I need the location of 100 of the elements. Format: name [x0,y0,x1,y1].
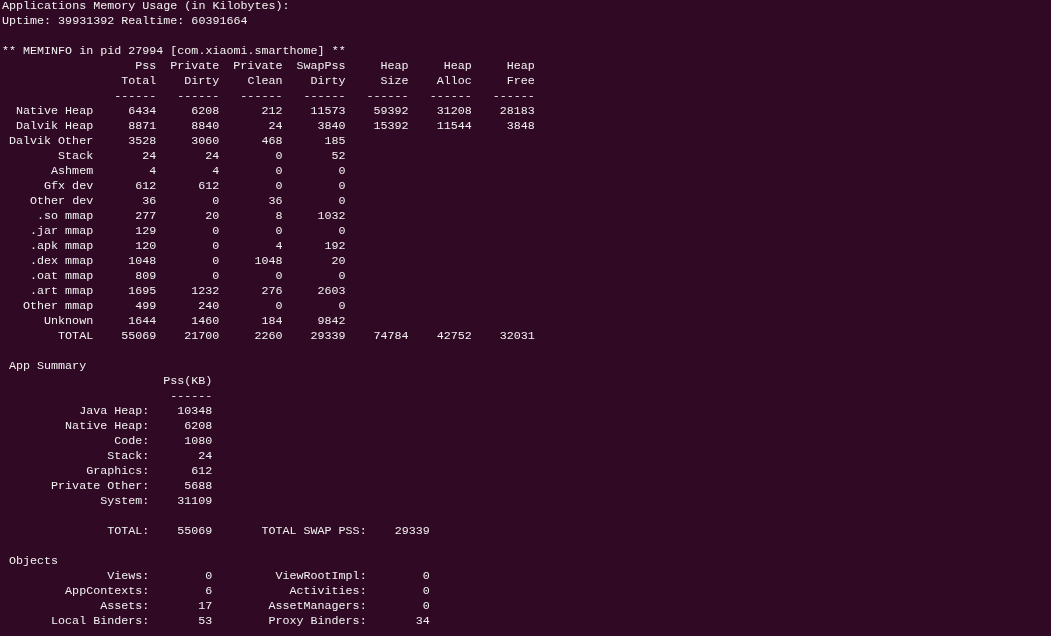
table-cell-text: 55069 [176,524,213,539]
table-cell-text: 11544 [435,119,472,134]
header-rule: ------ [428,89,472,104]
header-rule: ------ [491,89,535,104]
column-header: Private [232,59,283,74]
row-label: .apk mmap [29,239,94,254]
table-cell-text: 3528 [127,134,157,149]
table-cell-text: 2260 [253,329,283,344]
row-label: System: [99,494,150,509]
row-label: Code: [113,434,150,449]
row-label: Other mmap [22,299,94,314]
table-cell-text: 4 [148,164,157,179]
table-cell-text: 4 [211,164,220,179]
table-cell-text: 32031 [498,329,535,344]
table-cell-text: 0 [274,269,283,284]
table-cell-text: 11573 [309,104,346,119]
table-cell-text: 24 [197,449,213,464]
row-label: .so mmap [36,209,94,224]
row-label: Other dev [29,194,94,209]
column-header: Dirty [183,74,220,89]
row-label: Local Binders: [50,614,150,629]
table-cell-text: 809 [134,269,157,284]
row-label: Ashmem [50,164,94,179]
table-cell-text: 20 [330,254,346,269]
table-cell-text: 15392 [372,119,409,134]
table-cell-text: 612 [190,464,213,479]
column-header: Size [379,74,409,89]
table-cell-text: 0 [211,269,220,284]
table-cell-text: 120 [134,239,157,254]
table-cell-text: 1032 [316,209,346,224]
row-label: Views: [106,569,150,584]
header-rule: ------ [239,89,283,104]
table-cell-text: 129 [134,224,157,239]
table-cell-text: 1048 [127,254,157,269]
table-cell-text: 24 [204,149,220,164]
row-label: .oat mmap [29,269,94,284]
table-cell-text: 276 [260,284,283,299]
row-label: .art mmap [29,284,94,299]
row-label: Private Other: [50,479,150,494]
table-cell-text: 31109 [176,494,213,509]
header-rule: ------ [302,89,346,104]
table-cell-text: 29339 [393,524,430,539]
row-label: Proxy Binders: [267,614,367,629]
row-label: Java Heap: [78,404,150,419]
row-label: Stack [57,149,94,164]
column-header: Free [505,74,535,89]
table-cell-text: 0 [274,164,283,179]
table-cell-text: 0 [337,269,346,284]
table-cell-text: 0 [337,194,346,209]
row-label: AssetManagers: [267,599,367,614]
table-cell-text: 499 [134,299,157,314]
table-cell-text: 55069 [120,329,157,344]
table-cell-text: 8871 [127,119,157,134]
row-label: Dalvik Heap [15,119,94,134]
column-header: Heap [505,59,535,74]
table-cell-text: 3848 [505,119,535,134]
table-cell-text: 6208 [190,104,220,119]
row-label: Dalvik Other [8,134,94,149]
table-cell-text: 1080 [183,434,213,449]
table-cell-text: 1460 [190,314,220,329]
section-title: App Summary [9,359,87,373]
table-cell-text: 0 [274,149,283,164]
table-cell-text: 34 [414,614,430,629]
header-rule: ------ [176,89,220,104]
table-cell-text: 0 [421,599,430,614]
row-label: Native Heap: [64,419,150,434]
table-cell-text: 0 [274,299,283,314]
row-label: ViewRootImpl: [274,569,367,584]
table-cell-text: 6434 [127,104,157,119]
table-cell-text: 21700 [183,329,220,344]
table-cell-text: 0 [211,254,220,269]
table-cell-text: 6208 [183,419,213,434]
table-cell-text: 0 [337,164,346,179]
row-label: TOTAL SWAP PSS: [260,524,367,539]
column-header: Total [120,74,157,89]
row-label: Graphics: [85,464,150,479]
table-cell-text: 24 [141,149,157,164]
column-header: Pss(KB) [162,374,213,389]
column-header: Private [169,59,220,74]
table-cell-text: 192 [323,239,346,254]
table-cell-text: 9842 [316,314,346,329]
table-cell-text: 17 [197,599,213,614]
header-rule: ------ [169,389,213,404]
table-cell-text: 185 [323,134,346,149]
header-rule: ------ [113,89,157,104]
uptime-text: Uptime: 39931392 Realtime: 60391664 [2,14,248,28]
row-label: Stack: [106,449,150,464]
row-label: AppContexts: [64,584,150,599]
table-cell-text: 0 [211,194,220,209]
table-cell-text: 31208 [435,104,472,119]
table-cell-text: 240 [197,299,220,314]
table-cell-text: 2603 [316,284,346,299]
table-cell-text: 8840 [190,119,220,134]
table-cell-text: 0 [211,239,220,254]
column-header: Dirty [309,74,346,89]
table-cell-text: 1048 [253,254,283,269]
table-cell-text: 36 [267,194,283,209]
table-cell-text: 52 [330,149,346,164]
table-cell-text: 4 [274,239,283,254]
row-label: Native Heap [15,104,94,119]
